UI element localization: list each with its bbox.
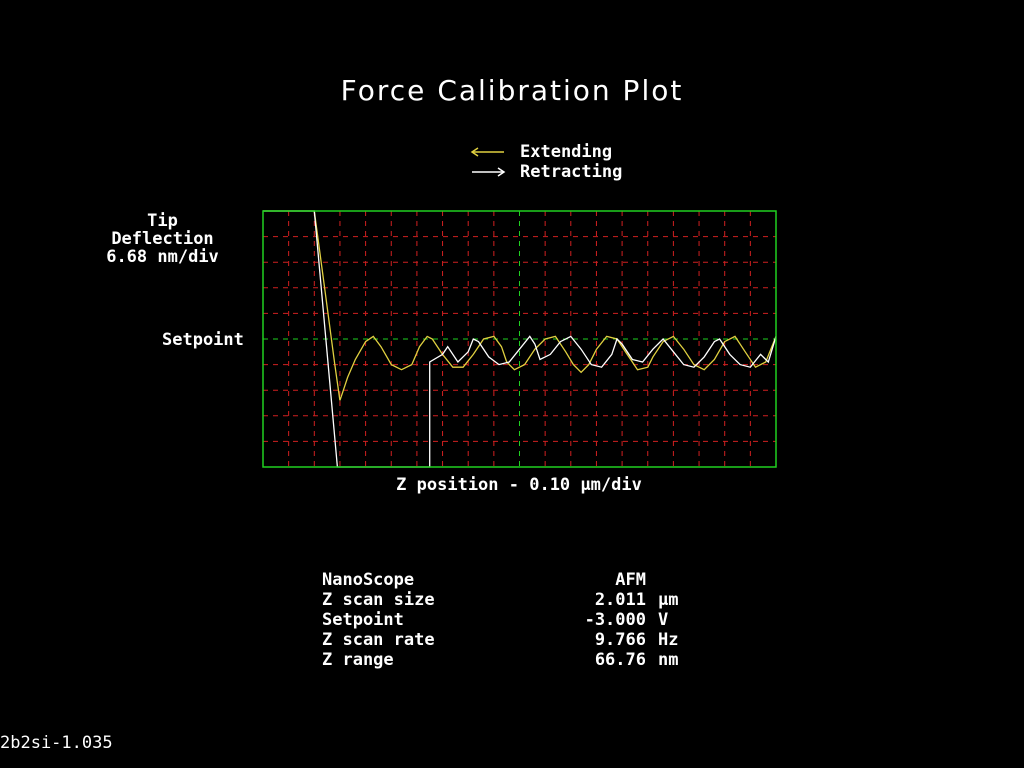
parameter-unit: V xyxy=(658,610,669,630)
file-name: 2b2si-1.035 xyxy=(0,733,113,753)
parameter-name: NanoScope xyxy=(322,570,415,590)
parameter-name: Z range xyxy=(322,650,394,670)
parameter-name: Z scan rate xyxy=(322,630,435,650)
parameter-value: 66.76 xyxy=(594,650,646,670)
parameter-name: Setpoint xyxy=(322,610,404,630)
series-line-retracting xyxy=(263,210,777,468)
plot-series xyxy=(263,210,777,468)
parameter-unit: Hz xyxy=(658,630,679,650)
plot-grid xyxy=(263,211,776,467)
parameter-row: Z scan size 2.011 µm xyxy=(322,590,678,610)
parameter-unit: nm xyxy=(658,650,679,670)
parameter-row: Setpoint -3.000 V xyxy=(322,610,678,630)
parameter-name: Z scan size xyxy=(322,590,435,610)
plot-frame xyxy=(262,210,777,468)
parameter-row: Z scan rate 9.766 Hz xyxy=(322,630,678,650)
x-axis-label: Z position - 0.10 µm/div xyxy=(396,475,642,495)
parameter-value: AFM xyxy=(615,570,646,590)
parameter-row: NanoScope AFM xyxy=(322,570,678,590)
parameter-value: 9.766 xyxy=(594,630,646,650)
parameter-value: 2.011 xyxy=(594,590,646,610)
parameter-value: -3.000 xyxy=(584,610,646,630)
parameter-table: NanoScope AFM Z scan size 2.011 µm Setpoint -3… xyxy=(322,570,678,670)
parameter-row: Z range 66.76 nm xyxy=(322,650,678,670)
parameter-unit: µm xyxy=(658,590,679,610)
